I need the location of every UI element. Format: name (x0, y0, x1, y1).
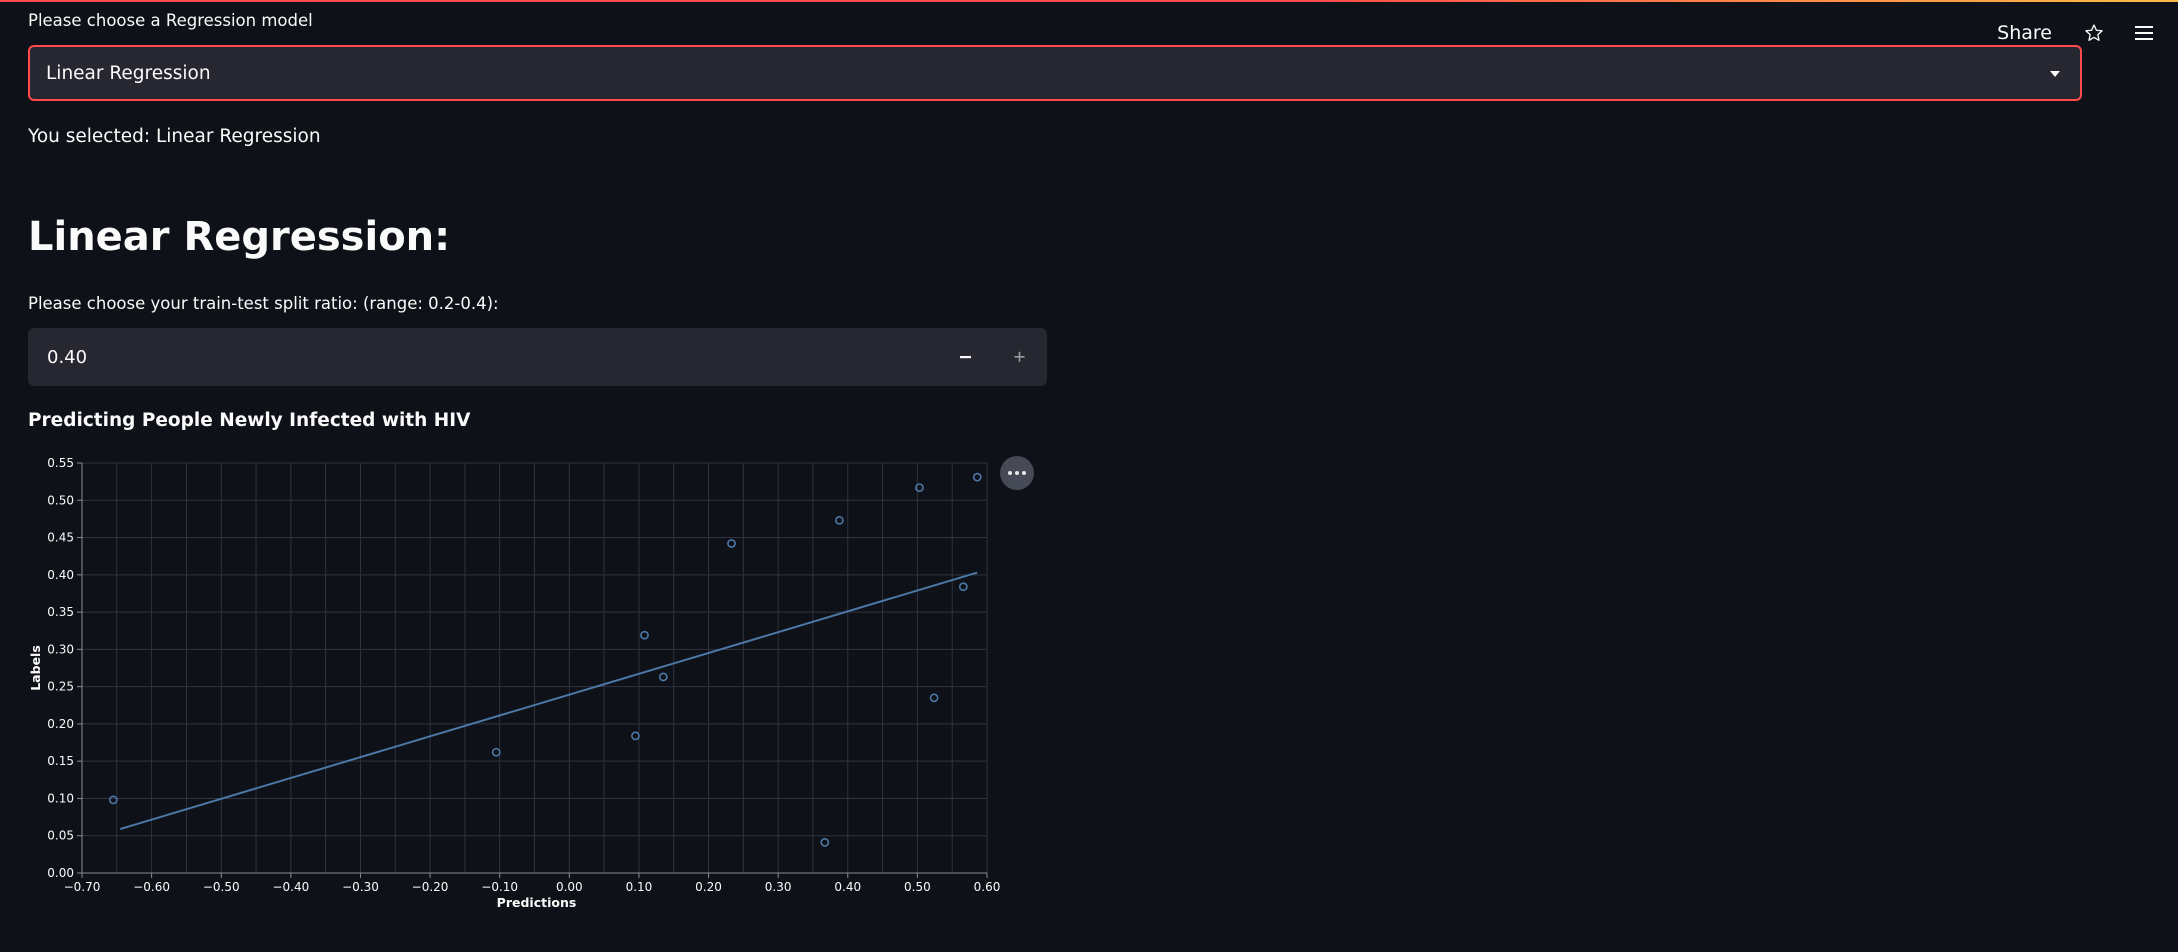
x-tick-label: −0.20 (412, 880, 449, 894)
y-tick-label: 0.35 (47, 605, 74, 619)
x-axis-title: Predictions (497, 895, 577, 910)
y-tick-label: 0.30 (47, 642, 74, 656)
y-tick-label: 0.05 (47, 829, 74, 843)
top-decoration-bar (0, 0, 2178, 2)
share-button[interactable]: Share (1997, 22, 2052, 44)
hamburger-menu-icon[interactable] (2130, 19, 2158, 47)
chart-title: Predicting People Newly Infected with HI… (28, 410, 471, 431)
star-icon[interactable] (2080, 19, 2108, 47)
dot-icon (1008, 471, 1012, 475)
increment-button[interactable] (993, 328, 1047, 386)
y-tick-label: 0.10 (47, 791, 74, 805)
x-tick-label: 0.50 (904, 880, 931, 894)
x-tick-label: 0.20 (695, 880, 722, 894)
x-tick-label: 0.10 (626, 880, 653, 894)
decrement-button[interactable] (939, 328, 993, 386)
x-tick-label: −0.10 (481, 880, 518, 894)
chart-menu-button[interactable] (1000, 456, 1034, 490)
x-tick-label: −0.40 (272, 880, 309, 894)
plus-icon (1014, 351, 1025, 362)
x-tick-label: −0.50 (203, 880, 240, 894)
split-ratio-input[interactable]: 0.40 (28, 328, 1047, 386)
model-select-value: Linear Regression (46, 62, 211, 84)
chevron-down-icon[interactable] (2050, 71, 2060, 77)
model-select-label: Please choose a Regression model (28, 11, 313, 30)
x-tick-label: −0.60 (133, 880, 170, 894)
selection-status-text: You selected: Linear Regression (28, 126, 321, 147)
dot-icon (1022, 471, 1026, 475)
split-ratio-value[interactable]: 0.40 (47, 347, 87, 368)
x-tick-label: −0.30 (342, 880, 379, 894)
dot-icon (1015, 471, 1019, 475)
app-toolbar: Share (1997, 18, 2178, 48)
minus-icon (960, 356, 971, 359)
y-tick-label: 0.25 (47, 680, 74, 694)
y-tick-label: 0.20 (47, 717, 74, 731)
x-tick-label: −0.70 (64, 880, 101, 894)
split-ratio-label: Please choose your train-test split rati… (28, 294, 499, 313)
section-heading: Linear Regression: (28, 214, 451, 260)
x-tick-label: 0.40 (834, 880, 861, 894)
scatter-chart: −0.70 −0.60 −0.50 −0.40 −0.30 −0.20 −0.10 0.00 0… (28, 456, 1000, 910)
y-tick-label: 0.40 (47, 568, 74, 582)
x-tick-label: 0.00 (556, 880, 583, 894)
y-axis-title: Labels (28, 645, 43, 691)
y-tick-label: 0.55 (47, 456, 74, 470)
x-tick-label: 0.60 (974, 880, 1000, 894)
y-tick-label: 0.50 (47, 493, 74, 507)
y-tick-label: 0.15 (47, 754, 74, 768)
x-tick-label: 0.30 (765, 880, 792, 894)
y-tick-label: 0.45 (47, 531, 74, 545)
y-tick-label: 0.00 (47, 866, 74, 880)
model-select[interactable]: Linear Regression (28, 45, 2082, 101)
